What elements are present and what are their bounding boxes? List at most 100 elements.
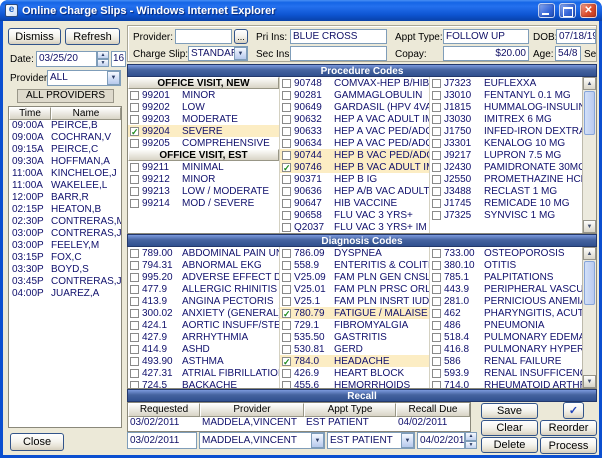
code-checkbox[interactable]: [432, 102, 441, 112]
code-checkbox[interactable]: ✓: [130, 126, 139, 136]
code-checkbox[interactable]: [130, 272, 139, 282]
code-checkbox[interactable]: [130, 296, 139, 306]
code-checkbox[interactable]: [432, 198, 441, 208]
code-row[interactable]: 518.4 PULMONARY EDEMA: [430, 331, 582, 343]
code-checkbox[interactable]: [130, 332, 139, 342]
recall-entry-date[interactable]: 03/02/2011: [127, 432, 197, 449]
schedule-row[interactable]: 09:30A HOFFMAN,A: [9, 156, 121, 168]
code-row[interactable]: J9217 LUPRON 7.5 MG: [430, 149, 582, 161]
code-checkbox[interactable]: [432, 126, 441, 136]
code-row[interactable]: 99205 COMPREHENSIVE: [128, 137, 279, 149]
code-row[interactable]: 427.9 ARRHYTHMIA: [128, 331, 279, 343]
refresh-button[interactable]: Refresh: [65, 28, 120, 45]
code-checkbox[interactable]: [282, 150, 291, 160]
schedule-row[interactable]: 09:00A COCHRAN,V: [9, 132, 121, 144]
code-checkbox[interactable]: [432, 248, 441, 258]
code-checkbox[interactable]: [282, 260, 291, 270]
spinner-up-icon[interactable]: ▲: [465, 432, 477, 441]
code-row[interactable]: 99211 MINIMAL: [128, 161, 279, 173]
code-row[interactable]: 300.02 ANXIETY (GENERAL): [128, 307, 279, 319]
schedule-row[interactable]: 02:30P CONTRERAS,M: [9, 216, 121, 228]
code-checkbox[interactable]: [432, 272, 441, 282]
code-row[interactable]: 90636 HEP A/B VAC ADULT IM: [280, 185, 429, 197]
schedule-row[interactable]: 02:15P HEATON,B: [9, 204, 121, 216]
delete-button[interactable]: Delete: [481, 437, 538, 453]
code-checkbox[interactable]: [130, 174, 139, 184]
recall-due-spinner[interactable]: ▲ ▼: [465, 432, 477, 449]
code-checkbox[interactable]: [130, 356, 139, 366]
code-checkbox[interactable]: [432, 78, 441, 88]
code-checkbox[interactable]: [432, 296, 441, 306]
recall-entry-provider[interactable]: MADDELA,VINCENT: [199, 432, 325, 449]
reorder-button[interactable]: Reorder: [540, 420, 597, 436]
code-checkbox[interactable]: [282, 248, 291, 258]
code-checkbox[interactable]: [282, 380, 291, 388]
code-row[interactable]: 414.9 ASHD: [128, 343, 279, 355]
code-checkbox[interactable]: [282, 222, 291, 232]
code-row[interactable]: 462 PHARYNGITIS, ACUTE: [430, 307, 582, 319]
code-row[interactable]: 785.1 PALPITATIONS: [430, 271, 582, 283]
code-row[interactable]: 443.9 PERIPHERAL VASCULAR DZ: [430, 283, 582, 295]
code-row[interactable]: ✓ 99204 SEVERE: [128, 125, 279, 137]
code-checkbox[interactable]: [282, 186, 291, 196]
spinner-up-icon[interactable]: ▲: [97, 51, 109, 59]
code-row[interactable]: V25.09 FAM PLN GEN CNSL&ADVIC: [280, 271, 429, 283]
close-button[interactable]: Close: [10, 433, 64, 451]
recall-appt-dropdown-arrow-icon[interactable]: ▼: [401, 433, 414, 448]
code-row[interactable]: V25.01 FAM PLN PRSC ORL CONTR: [280, 283, 429, 295]
minimize-button[interactable]: [538, 3, 555, 18]
code-checkbox[interactable]: [282, 296, 291, 306]
save-button[interactable]: Save: [481, 403, 538, 419]
code-row[interactable]: 90633 HEP A VAC PED/ADOL 2: [280, 125, 429, 137]
scroll-down-icon[interactable]: ▼: [583, 375, 596, 388]
code-row[interactable]: 455.6 HEMORRHOIDS: [280, 379, 429, 388]
scroll-down-icon[interactable]: ▼: [583, 220, 596, 233]
code-checkbox[interactable]: [282, 368, 291, 378]
code-checkbox[interactable]: [130, 344, 139, 354]
date-input[interactable]: 03/25/20: [36, 51, 97, 67]
maximize-button[interactable]: [559, 3, 576, 18]
code-checkbox[interactable]: [130, 102, 139, 112]
code-checkbox[interactable]: [130, 162, 139, 172]
code-row[interactable]: J1750 INFED-IRON DEXTRAN 50: [430, 125, 582, 137]
code-row[interactable]: J3010 FENTANYL 0.1 MG: [430, 89, 582, 101]
procedure-scrollbar[interactable]: ▲ ▼: [582, 77, 596, 233]
code-row[interactable]: 789.00 ABDOMINAL PAIN UNSPC SI: [128, 247, 279, 259]
code-row[interactable]: 530.81 GERD: [280, 343, 429, 355]
code-checkbox[interactable]: [432, 210, 441, 220]
code-checkbox[interactable]: [282, 198, 291, 208]
code-checkbox[interactable]: [130, 186, 139, 196]
procedure-scrollbar-thumb[interactable]: [584, 91, 595, 135]
code-row[interactable]: 99201 MINOR: [128, 89, 279, 101]
code-row[interactable]: 90649 GARDASIL (HPV 4VALE: [280, 101, 429, 113]
code-checkbox[interactable]: [130, 198, 139, 208]
code-checkbox[interactable]: [130, 368, 139, 378]
code-row[interactable]: 99202 LOW: [128, 101, 279, 113]
schedule-row[interactable]: 03:00P FEELEY,M: [9, 240, 121, 252]
code-row[interactable]: 477.9 ALLERGIC RHINITIS: [128, 283, 279, 295]
code-row[interactable]: 794.31 ABNORMAL EKG: [128, 259, 279, 271]
code-row[interactable]: 486 PNEUMONIA: [430, 319, 582, 331]
code-row[interactable]: 426.9 HEART BLOCK: [280, 367, 429, 379]
code-row[interactable]: J7325 SYNVISC 1 MG: [430, 209, 582, 221]
recall-row[interactable]: 03/02/2011 MADDELA,VINCENT EST PATIENT 04/0…: [128, 417, 470, 429]
code-row[interactable]: 424.1 AORTIC INSUFF/STENOSIS: [128, 319, 279, 331]
code-row[interactable]: 724.5 BACKACHE: [128, 379, 279, 388]
code-checkbox[interactable]: [432, 114, 441, 124]
clear-button[interactable]: Clear: [481, 420, 538, 436]
code-row[interactable]: J1745 REMICADE 10 MG: [430, 197, 582, 209]
code-checkbox[interactable]: [282, 138, 291, 148]
code-row[interactable]: 99213 LOW / MODERATE: [128, 185, 279, 197]
code-row[interactable]: 786.09 DYSPNEA: [280, 247, 429, 259]
code-checkbox[interactable]: [282, 174, 291, 184]
code-checkbox[interactable]: [130, 284, 139, 294]
recall-col-header[interactable]: Appt Type: [304, 403, 396, 417]
code-row[interactable]: J2550 PROMETHAZINE HCL 50 M: [430, 173, 582, 185]
code-row[interactable]: 593.9 RENAL INSUFFICENCY: [430, 367, 582, 379]
code-row[interactable]: 90647 HIB VACCINE: [280, 197, 429, 209]
code-checkbox[interactable]: [282, 332, 291, 342]
code-checkbox[interactable]: [130, 114, 139, 124]
code-row[interactable]: 99212 MINOR: [128, 173, 279, 185]
dismiss-button[interactable]: Dismiss: [8, 28, 61, 45]
code-row[interactable]: 380.10 OTITIS: [430, 259, 582, 271]
